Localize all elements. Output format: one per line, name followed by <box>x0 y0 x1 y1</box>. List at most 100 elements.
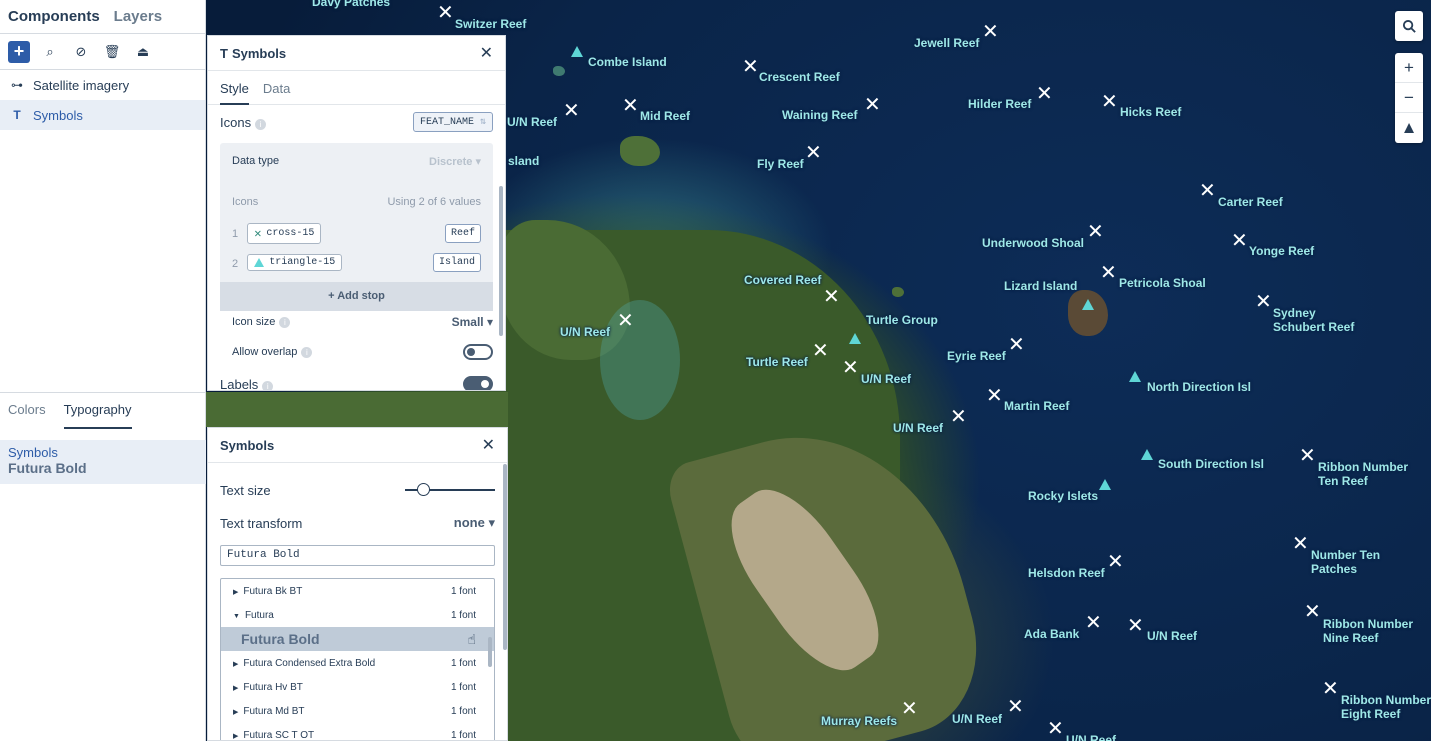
font-family-row[interactable]: ▶ Futura Condensed Extra Bold 1 font <box>221 651 494 675</box>
panel-tabs: Style Data <box>208 71 505 105</box>
icon-size-select[interactable]: Small ▾ <box>452 315 493 329</box>
add-icon[interactable]: + <box>8 40 30 63</box>
tab-typography[interactable]: Typography <box>63 402 132 429</box>
zoom-out-icon[interactable]: − <box>1395 83 1423 113</box>
map-label: South Direction Isl <box>1158 457 1265 471</box>
close-icon[interactable]: ✕ <box>482 435 495 455</box>
stop-value[interactable]: Reef <box>444 224 481 243</box>
cross-marker-icon[interactable]: ✕ <box>1322 679 1339 699</box>
map-zoom-control[interactable]: + − ▲ <box>1395 53 1423 143</box>
text-size-slider[interactable] <box>405 483 495 496</box>
cross-marker-icon[interactable]: ✕ <box>1299 446 1316 466</box>
map-label: Ada Bank <box>1024 627 1080 641</box>
map-label: Ribbon Number <box>1318 460 1408 474</box>
cross-marker-icon[interactable]: ✕ <box>622 96 639 116</box>
cross-marker-icon[interactable]: ✕ <box>1127 616 1144 636</box>
left-sidebar: Components Layers + ⌕ ⊘ 🗑 ⏏ ⊶ Satellite … <box>0 0 206 741</box>
triangle-marker-icon[interactable] <box>1099 479 1111 490</box>
layer-symbols[interactable]: T Symbols <box>0 100 205 130</box>
cross-marker-icon[interactable]: ✕ <box>563 101 580 121</box>
text-transform-select[interactable]: none ▾ <box>454 515 495 531</box>
cross-marker-icon[interactable]: ✕ <box>1087 222 1104 242</box>
font-family-row[interactable]: ▼ Futura 1 font <box>221 603 494 627</box>
cross-marker-icon[interactable]: ✕ <box>617 311 634 331</box>
panel-scrollbar[interactable] <box>503 464 507 650</box>
icons-field-button[interactable]: FEAT_NAME ⇅ <box>412 112 493 132</box>
close-icon[interactable]: ✕ <box>480 43 493 63</box>
cross-marker-icon[interactable]: ✕ <box>742 57 759 77</box>
info-icon[interactable]: i <box>301 347 313 358</box>
cross-marker-icon[interactable]: ✕ <box>982 22 999 42</box>
panel-header: T Symbols ✕ <box>208 36 505 71</box>
search-layers-icon[interactable]: ⌕ <box>39 41 61 63</box>
export-icon[interactable]: ⏏ <box>132 41 154 63</box>
cross-marker-icon[interactable]: ✕ <box>1100 263 1117 283</box>
stop-value[interactable]: Island <box>432 253 481 272</box>
cross-marker-icon[interactable]: ✕ <box>1304 602 1321 622</box>
font-family-row[interactable]: ▶ Futura Bk BT 1 font <box>221 579 494 603</box>
cross-marker-icon[interactable]: ✕ <box>1199 181 1216 201</box>
cross-marker-icon[interactable]: ✕ <box>842 358 859 378</box>
info-icon[interactable]: i <box>279 317 291 328</box>
map-label: Sydney <box>1273 306 1316 320</box>
cross-marker-icon[interactable]: ✕ <box>1085 613 1102 633</box>
cross-marker-icon[interactable]: ✕ <box>1008 335 1025 355</box>
map-label: U/N Reef <box>560 325 611 339</box>
allow-overlap-toggle[interactable] <box>463 344 493 360</box>
data-type-select[interactable]: Discrete ▾ <box>429 155 481 168</box>
map-label: Crescent Reef <box>759 70 840 84</box>
symbols-style-panel: T Symbols ✕ Style Data Icons i FEAT_NAME ⇅… <box>207 35 506 391</box>
slider-handle[interactable] <box>417 483 430 496</box>
labels-toggle[interactable] <box>463 376 493 390</box>
triangle-marker-icon[interactable] <box>1129 371 1141 382</box>
tab-style[interactable]: Style <box>220 81 249 105</box>
map-label: Patches <box>1311 562 1358 576</box>
map-search-control[interactable] <box>1395 11 1423 41</box>
panel-scrollbar[interactable] <box>499 186 503 336</box>
font-family-row[interactable]: ▶ Futura Hv BT 1 font <box>221 675 494 699</box>
layer-satellite-imagery[interactable]: ⊶ Satellite imagery <box>0 70 205 100</box>
cross-marker-icon[interactable]: ✕ <box>805 143 822 163</box>
map-label: Turtle Group <box>866 313 938 327</box>
stop-icon-select[interactable]: triangle-15 <box>247 254 343 271</box>
info-icon[interactable]: i <box>262 380 274 390</box>
info-icon[interactable]: i <box>255 118 267 130</box>
cross-marker-icon[interactable]: ✕ <box>1101 92 1118 112</box>
font-search-input[interactable]: Futura Bold <box>220 545 495 566</box>
font-option-selected[interactable]: Futura Bold ☝ <box>221 627 494 651</box>
cross-marker-icon[interactable]: ✕ <box>437 3 454 23</box>
search-icon[interactable] <box>1395 11 1423 41</box>
cross-marker-icon[interactable]: ✕ <box>1107 552 1124 572</box>
trash-icon[interactable]: 🗑 <box>101 41 123 63</box>
cross-marker-icon[interactable]: ✕ <box>1007 697 1024 717</box>
map-label: Hilder Reef <box>968 97 1032 111</box>
triangle-marker-icon[interactable] <box>1141 449 1153 460</box>
hide-icon[interactable]: ⊘ <box>70 41 92 63</box>
cross-marker-icon[interactable]: ✕ <box>864 95 881 115</box>
compass-icon[interactable]: ▲ <box>1395 113 1423 143</box>
cross-marker-icon[interactable]: ✕ <box>1292 534 1309 554</box>
cross-marker-icon[interactable]: ✕ <box>1255 292 1272 312</box>
typography-item[interactable]: Symbols Futura Bold <box>0 440 206 484</box>
font-family-row[interactable]: ▶ Futura SC T OT 1 font <box>221 723 494 741</box>
cross-marker-icon[interactable]: ✕ <box>1231 231 1248 251</box>
zoom-in-icon[interactable]: + <box>1395 53 1423 83</box>
triangle-marker-icon[interactable] <box>849 333 861 344</box>
tab-colors[interactable]: Colors <box>8 402 46 429</box>
font-family-row[interactable]: ▶ Futura Md BT 1 font <box>221 699 494 723</box>
cross-marker-icon[interactable]: ✕ <box>823 287 840 307</box>
triangle-marker-icon[interactable] <box>571 46 583 57</box>
labels-row: Labels i <box>208 367 505 390</box>
cross-marker-icon[interactable]: ✕ <box>812 341 829 361</box>
tab-data[interactable]: Data <box>263 81 290 104</box>
cross-marker-icon[interactable]: ✕ <box>1036 84 1053 104</box>
tab-components[interactable]: Components <box>8 8 100 33</box>
stop-icon-select[interactable]: ✕ cross-15 <box>247 223 322 244</box>
font-list-scrollbar[interactable] <box>488 637 492 667</box>
cross-marker-icon[interactable]: ✕ <box>986 386 1003 406</box>
triangle-marker-icon[interactable] <box>1082 299 1094 310</box>
cross-marker-icon[interactable]: ✕ <box>901 699 918 719</box>
cross-marker-icon[interactable]: ✕ <box>950 407 967 427</box>
cross-marker-icon[interactable]: ✕ <box>1047 719 1064 739</box>
tab-layers[interactable]: Layers <box>114 8 162 33</box>
